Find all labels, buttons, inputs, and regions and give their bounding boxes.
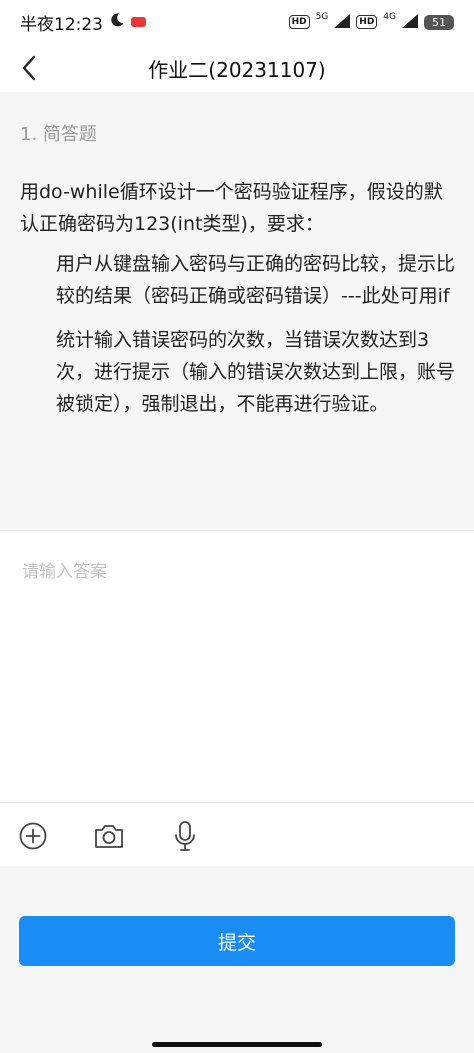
notification-icon: [131, 17, 146, 27]
status-left: 半夜12:23: [20, 10, 146, 35]
status-time: 半夜12:23: [20, 14, 103, 35]
battery-level: 51: [424, 14, 454, 30]
status-bar: 半夜12:23 HD 5G HD 4G 51: [0, 0, 474, 44]
question-intro: 用do-while循环设计一个密码验证程序，假设的默认正确密码为123(int类…: [20, 181, 443, 235]
answer-input[interactable]: [20, 555, 458, 799]
requirement-item: 用户从键盘输入密码与正确的密码比较，提示比较的结果（密码正确或密码错误）---此…: [56, 253, 456, 307]
header: 作业二(20231107): [0, 44, 474, 92]
moon-icon: [109, 12, 125, 33]
home-indicator[interactable]: [152, 1042, 322, 1047]
attachment-toolbar: [0, 802, 474, 868]
requirement-item: 统计输入错误密码的次数，当错误次数达到3次，进行提示（输入的错误次数达到上限，账…: [56, 329, 456, 415]
network-label-1: 5G: [315, 12, 329, 22]
camera-icon: [95, 825, 123, 848]
signal-icon-2: [402, 13, 418, 31]
answer-area: [0, 530, 474, 803]
microphone-icon: [175, 821, 195, 851]
submit-zone: 提交: [0, 866, 474, 1053]
back-button[interactable]: [14, 52, 44, 84]
add-icon: [19, 822, 47, 850]
add-attachment-button[interactable]: [16, 819, 50, 853]
network-label-2: 4G: [383, 12, 396, 22]
voice-input-button[interactable]: [168, 819, 202, 853]
submit-button[interactable]: 提交: [19, 916, 455, 966]
question-requirements: 用户从键盘输入密码与正确的密码比较，提示比较的结果（密码正确或密码错误）---此…: [20, 248, 460, 420]
question-type-label: 1. 简答题: [20, 124, 97, 145]
camera-button[interactable]: [92, 819, 126, 853]
status-right: HD 5G HD 4G 51: [288, 12, 454, 31]
back-arrow-icon: [22, 55, 36, 81]
signal-icon: [334, 13, 351, 31]
hd-icon: HD: [288, 15, 310, 29]
page-title: 作业二(20231107): [148, 57, 326, 82]
hd-icon-2: HD: [356, 15, 378, 29]
question-panel: 1. 简答题 用do-while循环设计一个密码验证程序，假设的默认正确密码为1…: [0, 92, 474, 530]
question-body: 用do-while循环设计一个密码验证程序，假设的默认正确密码为123(int类…: [20, 176, 460, 420]
